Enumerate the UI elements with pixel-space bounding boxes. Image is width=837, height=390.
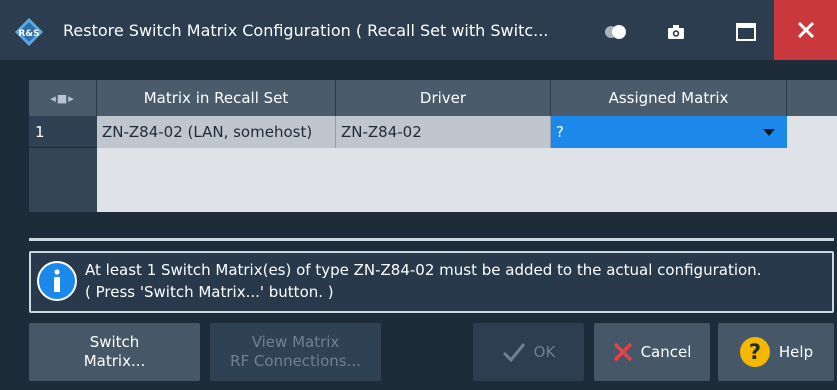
svg-text:?: ?: [749, 340, 761, 364]
cancel-label: Cancel: [640, 342, 692, 361]
help-label: Help: [778, 342, 814, 361]
column-header-matrix[interactable]: Matrix in Recall Set: [97, 80, 336, 116]
assigned-matrix-value: ?: [556, 123, 564, 141]
switch-matrix-label-line1: Switch: [89, 333, 140, 351]
switch-matrix-button[interactable]: Switch Matrix...: [29, 323, 200, 381]
cancel-button[interactable]: Cancel: [594, 323, 710, 381]
close-icon[interactable]: [774, 0, 837, 60]
info-message-box: At least 1 Switch Matrix(es) of type ZN-…: [29, 251, 834, 313]
matrix-table: ◂■▸ Matrix in Recall Set Driver Assigned…: [29, 80, 837, 212]
svg-text:R&S: R&S: [18, 29, 39, 39]
header-filler: [787, 80, 837, 116]
info-icon: [37, 261, 77, 301]
title-bar[interactable]: R&S Restore Switch Matrix Configuration …: [0, 0, 837, 60]
cell-driver[interactable]: ZN-Z84-02: [336, 116, 551, 148]
dialog-window: R&S Restore Switch Matrix Configuration …: [0, 0, 837, 390]
help-button[interactable]: ? Help: [718, 323, 834, 381]
view-matrix-label-line1: View Matrix: [251, 333, 340, 351]
column-resize-icon[interactable]: ◂■▸: [29, 80, 97, 116]
divider: [29, 238, 834, 241]
maximize-icon[interactable]: [726, 12, 766, 52]
info-message-line1: At least 1 Switch Matrix(es) of type ZN-…: [85, 261, 762, 279]
row-number[interactable]: 1: [29, 116, 97, 148]
assigned-matrix-dropdown[interactable]: ?: [551, 116, 787, 148]
info-message-line2: ( Press 'Switch Matrix...' button. ): [85, 283, 334, 301]
checkmark-icon: [502, 342, 526, 362]
switch-matrix-label-line2: Matrix...: [83, 352, 146, 370]
camera-icon[interactable]: [656, 12, 696, 52]
view-matrix-label-line2: RF Connections...: [230, 352, 361, 370]
question-icon: ?: [739, 336, 771, 368]
column-header-assigned[interactable]: Assigned Matrix: [551, 80, 787, 116]
column-header-driver[interactable]: Driver: [336, 80, 551, 116]
view-matrix-rf-connections-button[interactable]: View Matrix RF Connections...: [210, 323, 381, 381]
rohde-schwarz-logo-icon: R&S: [14, 17, 44, 47]
toggle-icon[interactable]: [596, 12, 636, 52]
ok-button[interactable]: OK: [473, 323, 584, 381]
x-icon: [613, 342, 633, 362]
cell-matrix-in-recall-set[interactable]: ZN-Z84-02 (LAN, somehost): [97, 116, 336, 148]
window-title: Restore Switch Matrix Configuration ( Re…: [63, 21, 549, 40]
ok-label: OK: [533, 342, 556, 361]
chevron-down-icon: [763, 128, 775, 136]
